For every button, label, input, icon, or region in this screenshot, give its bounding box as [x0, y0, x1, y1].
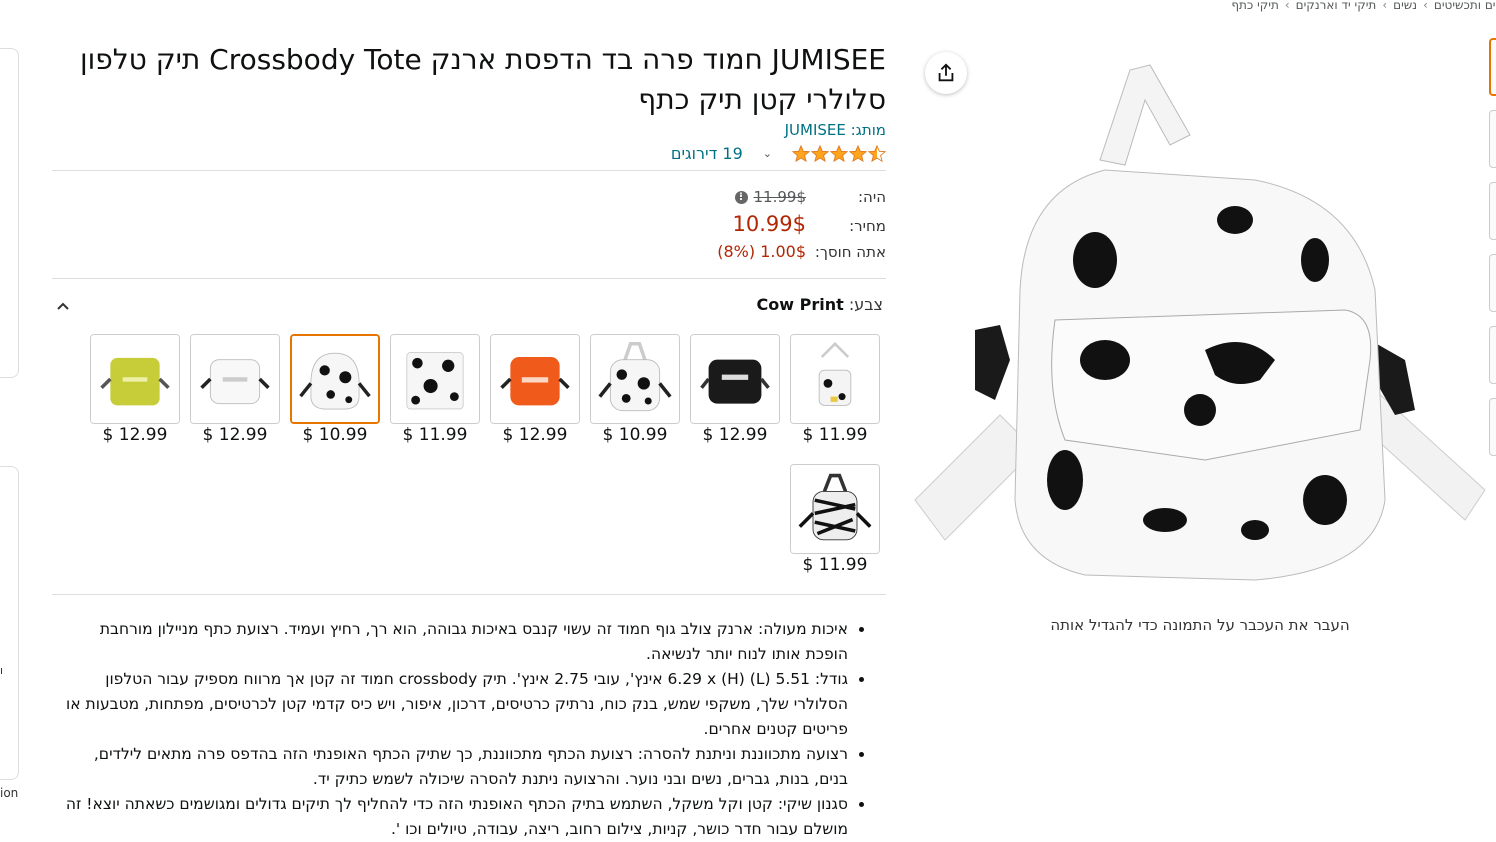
color-swatch-cow-print-small[interactable]: [790, 334, 880, 424]
price-label: מחיר:: [849, 217, 886, 235]
zoom-hint: העבר את העכבר על התמונה כדי להגדיל אותה: [1050, 616, 1350, 634]
feature-bullet: סגנון שיקי: קטן וקל משקל, השתמש בתיק הכת…: [56, 792, 848, 842]
main-product-image[interactable]: [905, 60, 1495, 590]
chevron-left-icon: ›: [1284, 0, 1290, 12]
color-label: צבע:: [848, 295, 883, 314]
was-price: 11.99$: [753, 188, 807, 206]
breadcrumb-item[interactable]: תיקי יד וארנקים: [1296, 0, 1377, 12]
swatch-price: $ 11.99: [802, 555, 868, 575]
color-selection-label: צבע: Cow Print: [757, 295, 883, 314]
swatch-image: [791, 465, 879, 553]
swatch-price: $ 12.99: [102, 425, 168, 445]
side-panel: [0, 466, 19, 780]
share-icon: [938, 63, 954, 82]
feature-bullet: איכות מעולה: ארנק צולב גוף חמוד זה עשוי …: [56, 617, 848, 667]
color-swatch-orange[interactable]: [490, 334, 580, 424]
swatch-image: [391, 335, 479, 423]
divider: [52, 594, 886, 595]
swatch-image: [191, 335, 279, 423]
swatch-image: [491, 335, 579, 423]
price-block: היה: 11.99$ i מחיר: 10.99$ אתה חוסך: 1.00…: [606, 188, 886, 267]
chevron-left-icon: ›: [1423, 0, 1428, 12]
swatch-image: [91, 335, 179, 423]
color-swatch-yellow[interactable]: [90, 334, 180, 424]
divider: [52, 278, 886, 279]
rating-row: ⌄ 19 דירוגים: [671, 144, 886, 163]
chevron-left-icon: ›: [1382, 0, 1388, 12]
divider: [52, 170, 886, 171]
swatch-price: $ 12.99: [202, 425, 268, 445]
breadcrumb: ליים ותכשיטים › נשים › תיקי יד וארנקים › תיקי …: [1187, 0, 1496, 12]
star-icon: [849, 144, 867, 162]
side-panel-text: ion: [0, 786, 19, 800]
star-icon: [830, 144, 848, 162]
chevron-down-icon[interactable]: ⌄: [763, 147, 772, 160]
swatch-image: [591, 335, 679, 423]
brand-link[interactable]: מותג: JUMISEE: [785, 121, 886, 139]
share-button[interactable]: [925, 52, 967, 94]
color-value: Cow Print: [756, 295, 844, 314]
swatch-price: $ 12.99: [702, 425, 768, 445]
swatch-price: $ 12.99: [502, 425, 568, 445]
breadcrumb-item[interactable]: ליים ותכשיטים: [1434, 0, 1496, 12]
brand-value: JUMISEE: [784, 121, 846, 139]
star-icon: [868, 144, 886, 162]
color-swatch-black[interactable]: [690, 334, 780, 424]
ratings-count-link[interactable]: 19 דירוגים: [671, 144, 743, 163]
product-title: JUMISEE חמוד פרה בד הדפסת ארנק Crossbody…: [80, 43, 886, 116]
current-price: 10.99$: [732, 212, 806, 236]
color-swatch-cow-print[interactable]: [590, 334, 680, 424]
swatch-image: [691, 335, 779, 423]
chevron-up-icon[interactable]: [55, 298, 71, 314]
was-price-label: היה:: [857, 188, 886, 206]
side-panel: [0, 48, 19, 378]
savings-value: 1.00$ (8%): [717, 242, 806, 261]
swatch-price: $ 10.99: [602, 425, 668, 445]
star-icon: [811, 144, 829, 162]
color-swatch-cow-print-round[interactable]: [290, 334, 380, 424]
savings-label: אתה חוסך:: [814, 243, 886, 261]
star-icon: [792, 144, 810, 162]
feature-bullet: רצועה מתכווננת וניתנת להסרה: רצועת הכתף …: [56, 742, 848, 792]
color-swatch-white[interactable]: [190, 334, 280, 424]
feature-bullet: גודל: 5.51 (L) (H) 6.29 x אינץ', עובי 2.…: [56, 667, 848, 742]
swatch-price: $ 11.99: [802, 425, 868, 445]
swatch-price: $ 10.99: [302, 425, 368, 445]
side-panel-text: ו: [0, 664, 3, 677]
feature-bullets: איכות מעולה: ארנק צולב גוף חמוד זה עשוי …: [56, 617, 868, 842]
swatch-price: $ 11.99: [402, 425, 468, 445]
breadcrumb-item[interactable]: נשים: [1393, 0, 1417, 12]
breadcrumb-item[interactable]: תיקי כתף: [1231, 0, 1279, 12]
swatch-image: [292, 336, 378, 422]
color-swatch-zebra[interactable]: [790, 464, 880, 554]
swatch-image: [791, 335, 879, 423]
star-rating[interactable]: [792, 144, 886, 163]
color-swatch-cow-print-large[interactable]: [390, 334, 480, 424]
brand-label: מותג:: [850, 121, 886, 139]
info-icon[interactable]: i: [734, 190, 748, 204]
